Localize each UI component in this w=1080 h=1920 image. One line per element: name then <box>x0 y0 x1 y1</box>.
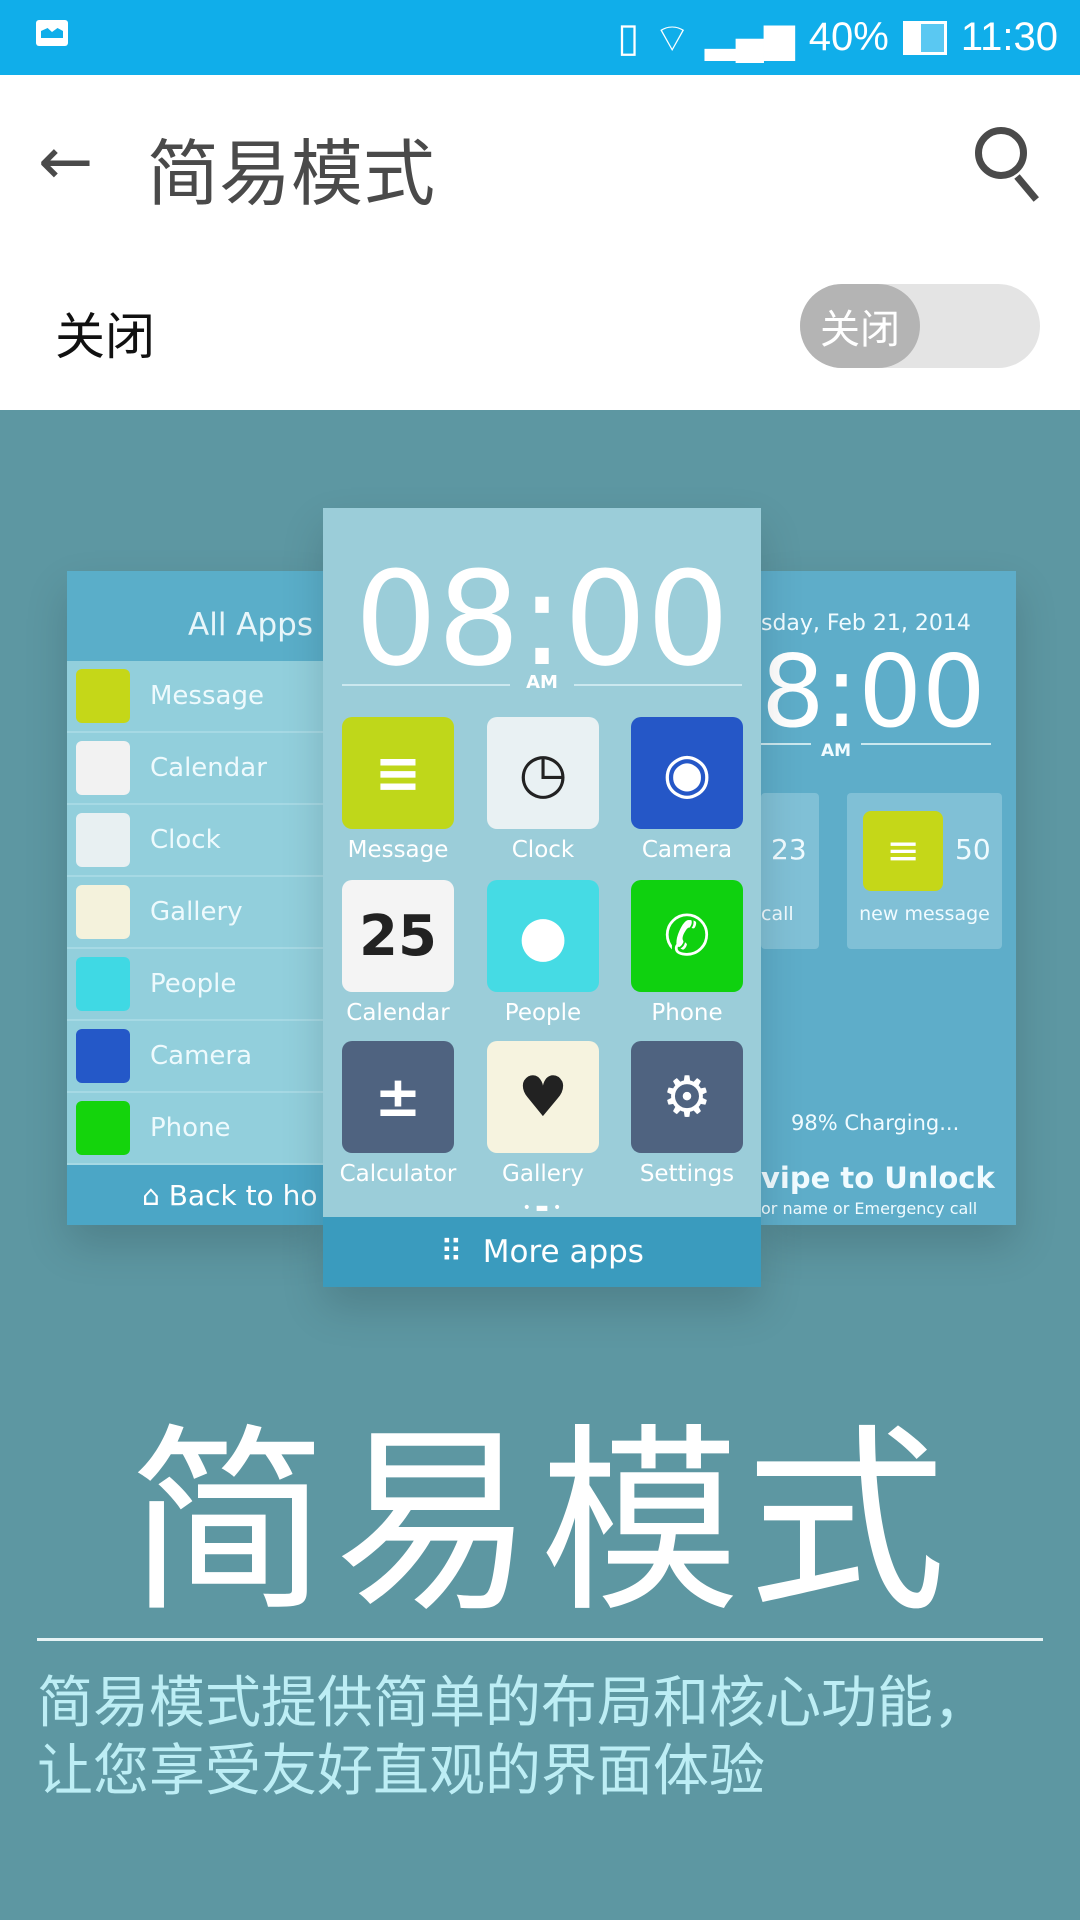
lock-ampm: AM <box>811 741 862 761</box>
preview-lock-screen: sday, Feb 21, 2014 8:00 AM 23 call ≡ 50 … <box>761 571 1016 1225</box>
page-indicator: • ▬ • <box>522 1200 562 1216</box>
list-item: Clock <box>67 805 327 877</box>
list-item-label: Clock <box>150 825 221 855</box>
more-apps-bar: ⠿ More apps <box>323 1217 761 1287</box>
app-label: Phone <box>651 1000 723 1026</box>
battery-percent: 40% <box>808 15 889 59</box>
page-title: 简易模式 <box>147 132 436 216</box>
calendar-icon: 25 <box>342 880 454 992</box>
status-bar: ▯ ⌔ ▂▄▆ 40% 11:30 <box>0 0 1080 75</box>
list-item: Gallery <box>67 877 327 949</box>
list-item-label: Gallery <box>150 897 243 927</box>
app-label: Message <box>347 837 449 863</box>
all-apps-header: All Apps <box>67 571 327 661</box>
home-icon: ⌂ <box>142 1179 169 1212</box>
divider <box>37 1638 1043 1641</box>
message-icon: ≡ <box>863 811 943 891</box>
easy-mode-setting-row[interactable]: 关闭 关闭 <box>0 245 1080 410</box>
calculator-icon: ± <box>342 1041 454 1153</box>
hero-title: 简易模式 <box>127 1407 952 1640</box>
setting-label: 关闭 <box>55 308 155 366</box>
app-icon <box>76 885 130 939</box>
list-item: People <box>67 949 327 1021</box>
list-item-label: People <box>150 969 237 999</box>
list-item: Camera <box>67 1021 327 1093</box>
wifi-icon: ⌔ <box>653 16 691 61</box>
toolbar: ← 简易模式 <box>0 75 1080 245</box>
battery-icon <box>902 20 947 55</box>
app-label: Settings <box>639 1161 735 1187</box>
list-item: Calendar <box>67 733 327 805</box>
app-label: Calendar <box>346 1000 450 1026</box>
clock: 11:30 <box>960 15 1058 59</box>
easy-mode-toggle[interactable]: 关闭 <box>800 284 1040 368</box>
new-message-tile: ≡ 50 new message <box>847 793 1002 949</box>
swipe-to-unlock: vipe to Unlock <box>761 1161 995 1195</box>
app-icon <box>76 813 130 867</box>
message-icon: ≡ <box>342 717 454 829</box>
signal-icon: ▂▄▆ <box>704 15 795 60</box>
lock-time: 8:00 <box>761 633 986 750</box>
app-icon <box>76 1101 130 1155</box>
list-item-label: Phone <box>150 1113 231 1143</box>
app-label: Calculator <box>339 1161 457 1187</box>
people-icon: ● <box>487 880 599 992</box>
arrow-left-icon[interactable]: ← <box>38 123 93 200</box>
hero-description: 简易模式提供简单的布局和核心功能，让您享受友好直观的界面体验 <box>37 1671 989 1804</box>
app-icon <box>76 1029 130 1083</box>
list-item-label: Message <box>150 681 264 711</box>
app-label: Gallery <box>502 1161 584 1187</box>
list-item-label: Calendar <box>150 753 267 783</box>
list-item: Message <box>67 661 327 733</box>
gallery-notification-icon <box>36 20 68 46</box>
toggle-knob: 关闭 <box>800 284 920 368</box>
clock-icon: ◷ <box>487 717 599 829</box>
charging-status: 98% Charging... <box>791 1111 960 1135</box>
app-icon <box>76 957 130 1011</box>
app-label: Clock <box>511 837 575 863</box>
phone-icon: ✆ <box>631 880 743 992</box>
preview-all-apps-screen: All Apps Message Calendar Clock Gallery Peop… <box>67 571 327 1225</box>
back-to-home-bar: ⌂ Back to ho <box>67 1165 327 1225</box>
settings-icon: ⚙ <box>631 1041 743 1153</box>
list-item-label: Camera <box>150 1041 253 1071</box>
missed-call-tile: 23 call <box>761 793 819 949</box>
preview-home-screen: 08:00 AM ≡ Message ◷ Clock ◉ Camera 25 Calendar… <box>323 508 761 1287</box>
search-icon[interactable] <box>975 127 1027 179</box>
app-icon <box>76 741 130 795</box>
home-time: 08:00 <box>354 543 730 695</box>
camera-icon: ◉ <box>631 717 743 829</box>
app-icon <box>76 669 130 723</box>
app-label: People <box>504 1000 582 1026</box>
unlock-subtext: or name or Emergency call <box>761 1199 978 1218</box>
list-item: Phone <box>67 1093 327 1165</box>
grid-icon: ⠿ <box>440 1234 463 1270</box>
home-ampm: AM <box>510 672 574 693</box>
app-label: Camera <box>641 837 733 863</box>
vibrate-icon: ▯ <box>617 15 640 60</box>
gallery-icon: ♥ <box>487 1041 599 1153</box>
